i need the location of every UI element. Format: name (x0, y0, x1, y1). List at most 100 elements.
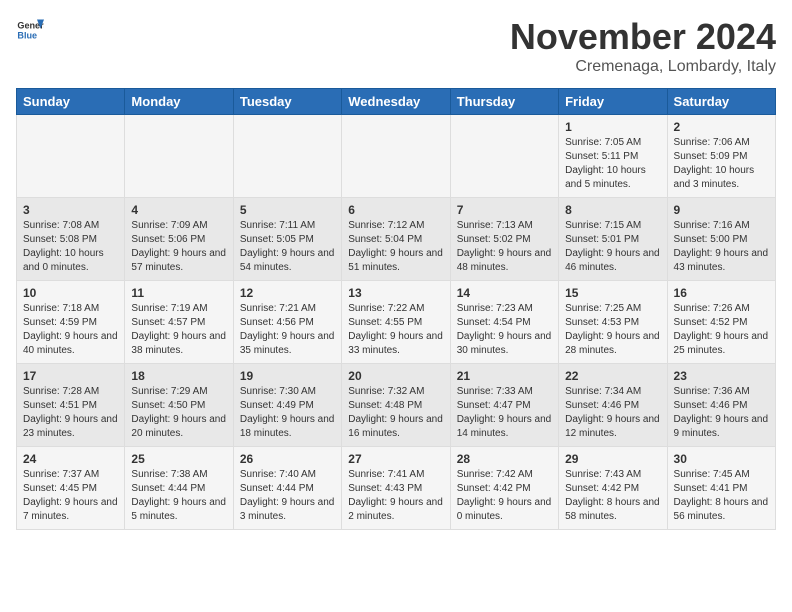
day-number: 22 (565, 369, 660, 383)
day-info: Sunrise: 7:12 AMSunset: 5:04 PMDaylight:… (348, 219, 443, 275)
calendar-cell-w2d2: 4Sunrise: 7:09 AMSunset: 5:06 PMDaylight… (125, 198, 233, 281)
calendar-cell-w4d6: 22Sunrise: 7:34 AMSunset: 4:46 PMDayligh… (559, 364, 667, 447)
calendar-cell-w3d1: 10Sunrise: 7:18 AMSunset: 4:59 PMDayligh… (17, 281, 125, 364)
calendar-cell-w1d4 (342, 115, 450, 198)
calendar-table: SundayMondayTuesdayWednesdayThursdayFrid… (16, 88, 776, 530)
day-number: 6 (348, 203, 443, 217)
day-number: 28 (457, 452, 552, 466)
day-info: Sunrise: 7:41 AMSunset: 4:43 PMDaylight:… (348, 468, 443, 524)
day-number: 16 (674, 286, 769, 300)
day-info: Sunrise: 7:26 AMSunset: 4:52 PMDaylight:… (674, 302, 769, 358)
day-number: 5 (240, 203, 335, 217)
calendar-cell-w4d5: 21Sunrise: 7:33 AMSunset: 4:47 PMDayligh… (450, 364, 558, 447)
calendar-cell-w5d3: 26Sunrise: 7:40 AMSunset: 4:44 PMDayligh… (233, 447, 341, 530)
calendar-body: 1 Sunrise: 7:05 AMSunset: 5:11 PMDaylight… (17, 115, 776, 530)
calendar-cell-w5d4: 27 Sunrise: 7:41 AMSunset: 4:43 PMDayligh… (342, 447, 450, 530)
day-number: 23 (674, 369, 769, 383)
day-number: 1 (565, 120, 660, 134)
day-number: 14 (457, 286, 552, 300)
day-info: Sunrise: 7:42 AMSunset: 4:42 PMDaylight:… (457, 468, 552, 524)
day-number: 24 (23, 452, 118, 466)
calendar-cell-w3d4: 13 Sunrise: 7:22 AMSunset: 4:55 PMDayligh… (342, 281, 450, 364)
day-info: Sunrise: 7:36 AMSunset: 4:46 PMDaylight:… (674, 385, 769, 441)
header-sunday: Sunday (17, 89, 125, 115)
calendar-cell-w3d6: 15Sunrise: 7:25 AMSunset: 4:53 PMDayligh… (559, 281, 667, 364)
header-saturday: Saturday (667, 89, 775, 115)
day-info: Sunrise: 7:28 AMSunset: 4:51 PMDaylight:… (23, 385, 118, 441)
day-info: Sunrise: 7:08 AMSunset: 5:08 PMDaylight:… (23, 219, 118, 275)
day-number: 25 (131, 452, 226, 466)
day-info: Sunrise: 7:43 AMSunset: 4:42 PMDaylight:… (565, 468, 660, 524)
calendar-cell-w5d7: 30 Sunrise: 7:45 AMSunset: 4:41 PMDayligh… (667, 447, 775, 530)
header: General Blue November 2024 Cremenaga, Lo… (16, 16, 776, 76)
calendar-cell-w4d7: 23 Sunrise: 7:36 AMSunset: 4:46 PMDayligh… (667, 364, 775, 447)
day-info: Sunrise: 7:29 AMSunset: 4:50 PMDaylight:… (131, 385, 226, 441)
header-row: SundayMondayTuesdayWednesdayThursdayFrid… (17, 89, 776, 115)
header-friday: Friday (559, 89, 667, 115)
day-info: Sunrise: 7:32 AMSunset: 4:48 PMDaylight:… (348, 385, 443, 441)
week-row-1: 1 Sunrise: 7:05 AMSunset: 5:11 PMDaylight… (17, 115, 776, 198)
calendar-cell-w3d5: 14 Sunrise: 7:23 AMSunset: 4:54 PMDayligh… (450, 281, 558, 364)
calendar-cell-w1d3 (233, 115, 341, 198)
calendar-cell-w4d4: 20 Sunrise: 7:32 AMSunset: 4:48 PMDayligh… (342, 364, 450, 447)
calendar-cell-w1d7: 2 Sunrise: 7:06 AMSunset: 5:09 PMDaylight… (667, 115, 775, 198)
calendar-cell-w1d2 (125, 115, 233, 198)
day-number: 2 (674, 120, 769, 134)
day-number: 8 (565, 203, 660, 217)
calendar-cell-w2d3: 5Sunrise: 7:11 AMSunset: 5:05 PMDaylight… (233, 198, 341, 281)
calendar-cell-w5d1: 24 Sunrise: 7:37 AMSunset: 4:45 PMDayligh… (17, 447, 125, 530)
calendar-cell-w4d1: 17 Sunrise: 7:28 AMSunset: 4:51 PMDayligh… (17, 364, 125, 447)
week-row-2: 3Sunrise: 7:08 AMSunset: 5:08 PMDaylight… (17, 198, 776, 281)
day-info: Sunrise: 7:37 AMSunset: 4:45 PMDaylight:… (23, 468, 118, 524)
header-tuesday: Tuesday (233, 89, 341, 115)
calendar-cell-w5d6: 29 Sunrise: 7:43 AMSunset: 4:42 PMDayligh… (559, 447, 667, 530)
day-number: 21 (457, 369, 552, 383)
calendar-cell-w2d6: 8Sunrise: 7:15 AMSunset: 5:01 PMDaylight… (559, 198, 667, 281)
day-number: 18 (131, 369, 226, 383)
header-thursday: Thursday (450, 89, 558, 115)
day-number: 29 (565, 452, 660, 466)
calendar-cell-w2d4: 6 Sunrise: 7:12 AMSunset: 5:04 PMDaylight… (342, 198, 450, 281)
day-number: 27 (348, 452, 443, 466)
header-monday: Monday (125, 89, 233, 115)
day-number: 19 (240, 369, 335, 383)
calendar-cell-w3d7: 16 Sunrise: 7:26 AMSunset: 4:52 PMDayligh… (667, 281, 775, 364)
week-row-4: 17 Sunrise: 7:28 AMSunset: 4:51 PMDayligh… (17, 364, 776, 447)
day-number: 30 (674, 452, 769, 466)
subtitle: Cremenaga, Lombardy, Italy (510, 58, 776, 76)
calendar-cell-w4d2: 18 Sunrise: 7:29 AMSunset: 4:50 PMDayligh… (125, 364, 233, 447)
day-info: Sunrise: 7:30 AMSunset: 4:49 PMDaylight:… (240, 385, 335, 441)
title-area: November 2024 Cremenaga, Lombardy, Italy (510, 16, 776, 76)
calendar-cell-w3d2: 11Sunrise: 7:19 AMSunset: 4:57 PMDayligh… (125, 281, 233, 364)
main-title: November 2024 (510, 16, 776, 58)
day-info: Sunrise: 7:22 AMSunset: 4:55 PMDaylight:… (348, 302, 443, 358)
day-info: Sunrise: 7:23 AMSunset: 4:54 PMDaylight:… (457, 302, 552, 358)
calendar-cell-w1d5 (450, 115, 558, 198)
day-number: 26 (240, 452, 335, 466)
day-info: Sunrise: 7:21 AMSunset: 4:56 PMDaylight:… (240, 302, 335, 358)
day-number: 13 (348, 286, 443, 300)
logo-icon: General Blue (16, 16, 44, 44)
day-number: 17 (23, 369, 118, 383)
logo: General Blue (16, 16, 44, 44)
day-info: Sunrise: 7:06 AMSunset: 5:09 PMDaylight:… (674, 136, 769, 192)
day-number: 9 (674, 203, 769, 217)
day-number: 7 (457, 203, 552, 217)
calendar-cell-w2d7: 9Sunrise: 7:16 AMSunset: 5:00 PMDaylight… (667, 198, 775, 281)
day-number: 11 (131, 286, 226, 300)
day-info: Sunrise: 7:45 AMSunset: 4:41 PMDaylight:… (674, 468, 769, 524)
calendar-cell-w4d3: 19 Sunrise: 7:30 AMSunset: 4:49 PMDayligh… (233, 364, 341, 447)
day-number: 10 (23, 286, 118, 300)
header-wednesday: Wednesday (342, 89, 450, 115)
day-number: 20 (348, 369, 443, 383)
calendar-header: SundayMondayTuesdayWednesdayThursdayFrid… (17, 89, 776, 115)
calendar-cell-w2d5: 7 Sunrise: 7:13 AMSunset: 5:02 PMDaylight… (450, 198, 558, 281)
day-info: Sunrise: 7:38 AMSunset: 4:44 PMDaylight:… (131, 468, 226, 524)
week-row-5: 24 Sunrise: 7:37 AMSunset: 4:45 PMDayligh… (17, 447, 776, 530)
calendar-cell-w5d2: 25 Sunrise: 7:38 AMSunset: 4:44 PMDayligh… (125, 447, 233, 530)
calendar-cell-w1d1 (17, 115, 125, 198)
day-info: Sunrise: 7:13 AMSunset: 5:02 PMDaylight:… (457, 219, 552, 275)
calendar-cell-w2d1: 3Sunrise: 7:08 AMSunset: 5:08 PMDaylight… (17, 198, 125, 281)
calendar-cell-w5d5: 28 Sunrise: 7:42 AMSunset: 4:42 PMDayligh… (450, 447, 558, 530)
day-info: Sunrise: 7:05 AMSunset: 5:11 PMDaylight:… (565, 136, 660, 192)
